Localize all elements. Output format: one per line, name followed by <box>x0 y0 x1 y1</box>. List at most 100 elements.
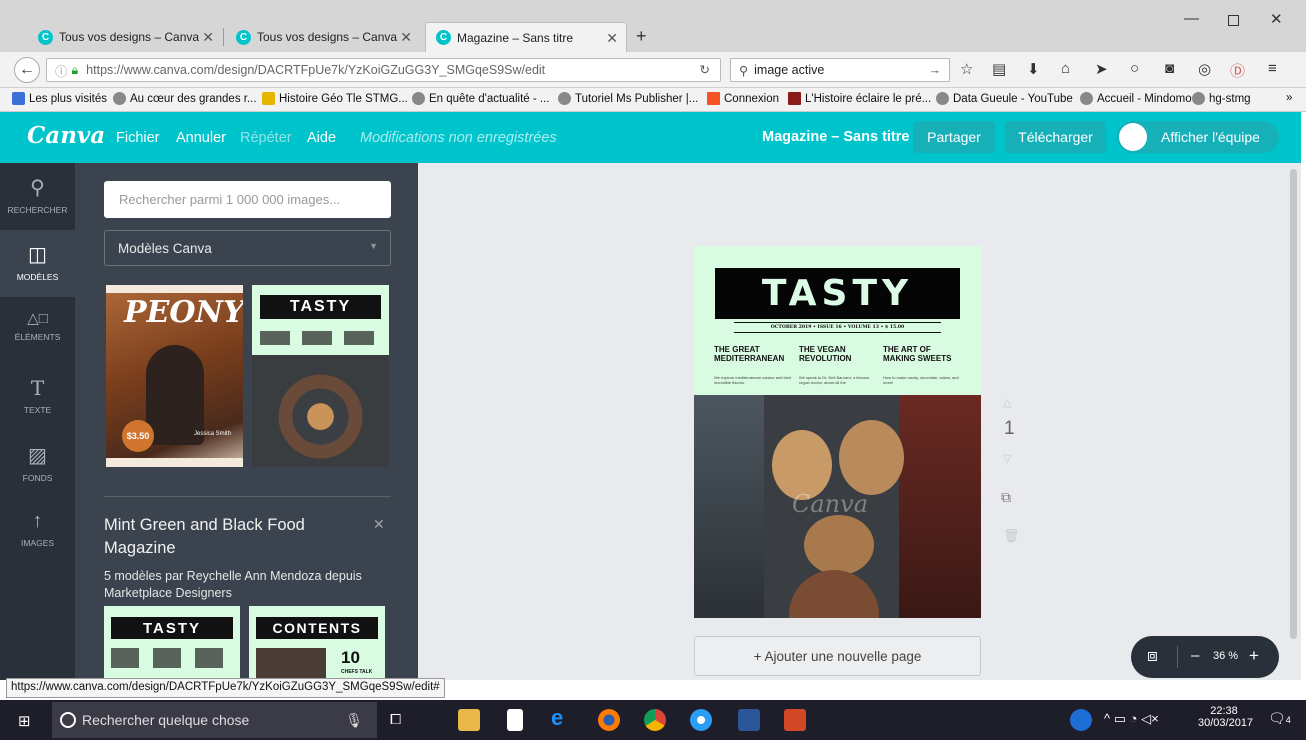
templates-dropdown[interactable]: Modèles Canva ▼ <box>104 230 391 266</box>
canva-logo[interactable]: Canva <box>27 122 105 149</box>
present-icon[interactable]: ⧈ <box>1147 646 1158 666</box>
sidebar-item-search[interactable]: ⚲ RECHERCHER <box>0 163 75 230</box>
download-button[interactable]: Télécharger <box>1005 121 1106 153</box>
magazine-title[interactable]: TASTY <box>715 268 960 319</box>
column-text[interactable]: We explore mediterranean cuisine and the… <box>714 375 794 385</box>
chrome-icon[interactable] <box>644 709 666 731</box>
bookmark-item[interactable]: Au cœur des grandes r... <box>113 92 257 105</box>
hamburger-menu-icon[interactable]: ≡ <box>1268 60 1277 77</box>
bookmark-item[interactable]: Data Gueule - YouTube <box>936 92 1073 105</box>
url-bar[interactable]: ⓘ 🔒︎ https://www.canva.com/design/DACRTF… <box>46 58 721 82</box>
info-icon[interactable]: ⓘ <box>55 61 68 80</box>
send-icon[interactable]: ➤ <box>1095 60 1108 78</box>
store-icon[interactable] <box>507 709 523 731</box>
globe-icon <box>1192 92 1205 105</box>
tray-icons[interactable]: ^ ▭ ◔ ◁× <box>1104 711 1159 727</box>
clock[interactable]: 22:38 30/03/2017 <box>1198 705 1253 729</box>
watermark: Canva <box>792 490 868 518</box>
template-thumbnail[interactable]: PEONY $3.50 Jessica Smith <box>106 285 243 467</box>
taskbar-search-input[interactable]: Rechercher quelque chose 🎙︎ <box>52 702 377 738</box>
column-text[interactable]: We speak to Dr. Neil Barnard, a famous v… <box>799 375 877 385</box>
close-window-icon[interactable]: ✕ <box>1270 10 1283 28</box>
powerpoint-icon[interactable] <box>784 709 806 731</box>
notification-icon[interactable]: 🗨︎4 <box>1268 710 1291 727</box>
document-title[interactable]: Magazine – Sans titre <box>762 129 909 145</box>
shapes-icon: △□ <box>27 310 48 327</box>
issue-line[interactable]: OCTOBER 2019 • ISSUE 16 • VOLUME 13 • $ … <box>715 323 960 330</box>
bookmark-item[interactable]: Tutoriel Ms Publisher |... <box>558 92 698 105</box>
redo-button[interactable]: Répéter <box>240 130 292 146</box>
zoom-out-button[interactable]: – <box>1191 647 1199 664</box>
pocket-icon[interactable]: ◙ <box>1165 60 1174 77</box>
tray-app-icon[interactable] <box>1070 709 1092 731</box>
share-button[interactable]: Partager <box>913 121 995 153</box>
move-down-icon[interactable]: ▽ <box>1003 452 1011 465</box>
status-url-tooltip: https://www.canva.com/design/DACRTFpUe7k… <box>6 678 445 698</box>
bookmark-star-icon[interactable]: ☆ <box>960 60 973 78</box>
windows-start-icon[interactable]: ⊞ <box>18 712 31 730</box>
trash-icon[interactable]: 🗑︎ <box>1003 528 1020 544</box>
home-icon[interactable]: ⌂ <box>1061 60 1070 77</box>
bookmark-item[interactable]: hg-stmg <box>1192 92 1251 105</box>
back-arrow-icon[interactable]: ← <box>14 57 40 83</box>
file-menu[interactable]: Fichier <box>116 130 160 146</box>
duplicate-page-icon[interactable]: ⧉ <box>1001 489 1011 506</box>
add-page-button[interactable]: + Ajouter une nouvelle page <box>694 636 981 676</box>
image-search-input[interactable]: Rechercher parmi 1 000 000 images... <box>104 181 391 218</box>
search-field[interactable]: ⚲ image active → <box>730 58 950 82</box>
browser-tab-active[interactable]: C Magazine – Sans titre ✕ <box>425 22 627 52</box>
word-icon[interactable] <box>738 709 760 731</box>
sidebar-item-text[interactable]: T TEXTE <box>0 364 75 431</box>
help-menu[interactable]: Aide <box>307 130 336 146</box>
column-text[interactable]: How to make candy, chocolate, cakes, and… <box>883 375 961 385</box>
browser-tab[interactable]: C Tous vos designs – Canva ✕ <box>226 22 420 52</box>
microphone-icon[interactable]: 🎙︎ <box>345 712 363 729</box>
minimize-icon[interactable]: — <box>1184 10 1199 27</box>
collection-thumbnail[interactable]: CONTENTS 10 CHEFS TALK <box>249 606 385 680</box>
bookmark-item[interactable]: Les plus visités <box>12 92 107 105</box>
close-icon[interactable]: ✕ <box>202 29 214 46</box>
app-icon[interactable] <box>690 709 712 731</box>
zoom-in-button[interactable]: + <box>1249 646 1259 666</box>
show-team-button[interactable]: Afficher l'équipe <box>1117 121 1279 153</box>
file-explorer-icon[interactable] <box>458 709 480 731</box>
bookmark-item[interactable]: Histoire Géo Tle STMG... <box>262 92 408 105</box>
close-icon[interactable]: ✕ <box>606 30 618 47</box>
bookmark-item[interactable]: Accueil - Mindomo <box>1080 92 1192 105</box>
column-heading[interactable]: THE VEGAN REVOLUTION <box>799 345 869 363</box>
move-up-icon[interactable]: △ <box>1003 396 1011 409</box>
undo-button[interactable]: Annuler <box>176 130 226 146</box>
close-icon[interactable]: ✕ <box>400 29 412 46</box>
download-icon[interactable]: ⬇ <box>1027 60 1040 78</box>
template-thumbnail[interactable]: TASTY <box>252 285 389 467</box>
chat-icon[interactable]: ○ <box>1130 60 1139 77</box>
maximize-icon[interactable] <box>1228 15 1239 26</box>
sidebar-item-templates[interactable]: ◫ MODÈLES <box>0 230 75 297</box>
sidebar-item-elements[interactable]: △□ ÉLÉMENTS <box>0 297 75 364</box>
toggle-icon <box>1119 123 1147 151</box>
firefox-icon[interactable] <box>598 709 620 731</box>
reload-icon[interactable]: ↻ <box>700 62 710 77</box>
sidebar-item-backgrounds[interactable]: ▨ FONDS <box>0 431 75 498</box>
bookmarks-overflow-icon[interactable]: » <box>1286 92 1292 104</box>
go-arrow-icon[interactable]: → <box>929 63 942 77</box>
scrollbar[interactable] <box>1290 169 1297 639</box>
sidebar-item-uploads[interactable]: ↑ IMAGES <box>0 498 75 565</box>
bookmark-item[interactable]: Connexion <box>707 92 779 105</box>
bookmark-item[interactable]: En quête d'actualité - ... <box>412 92 549 105</box>
reading-list-icon[interactable]: ▤ <box>992 60 1006 78</box>
close-icon[interactable]: ✕ <box>373 516 385 533</box>
profile-icon[interactable]: Ⓓ <box>1230 60 1245 81</box>
extension-icon[interactable]: ◎ <box>1198 60 1211 78</box>
edge-icon[interactable]: e <box>551 705 563 731</box>
task-view-icon[interactable]: ⧠ <box>390 711 401 728</box>
column-heading[interactable]: THE ART OF MAKING SWEETS <box>883 345 961 363</box>
collection-thumbnail[interactable]: TASTY <box>104 606 240 680</box>
new-tab-button[interactable]: + <box>636 26 647 47</box>
column-heading[interactable]: THE GREAT MEDITERRANEAN <box>714 345 798 363</box>
browser-tab[interactable]: C Tous vos designs – Canva ✕ <box>28 22 222 52</box>
food-photo[interactable]: Canva <box>694 395 981 618</box>
bookmark-item[interactable]: L'Histoire éclaire le pré... <box>788 92 931 105</box>
globe-icon <box>113 92 126 105</box>
design-page[interactable]: TASTY OCTOBER 2019 • ISSUE 16 • VOLUME 1… <box>694 246 981 618</box>
